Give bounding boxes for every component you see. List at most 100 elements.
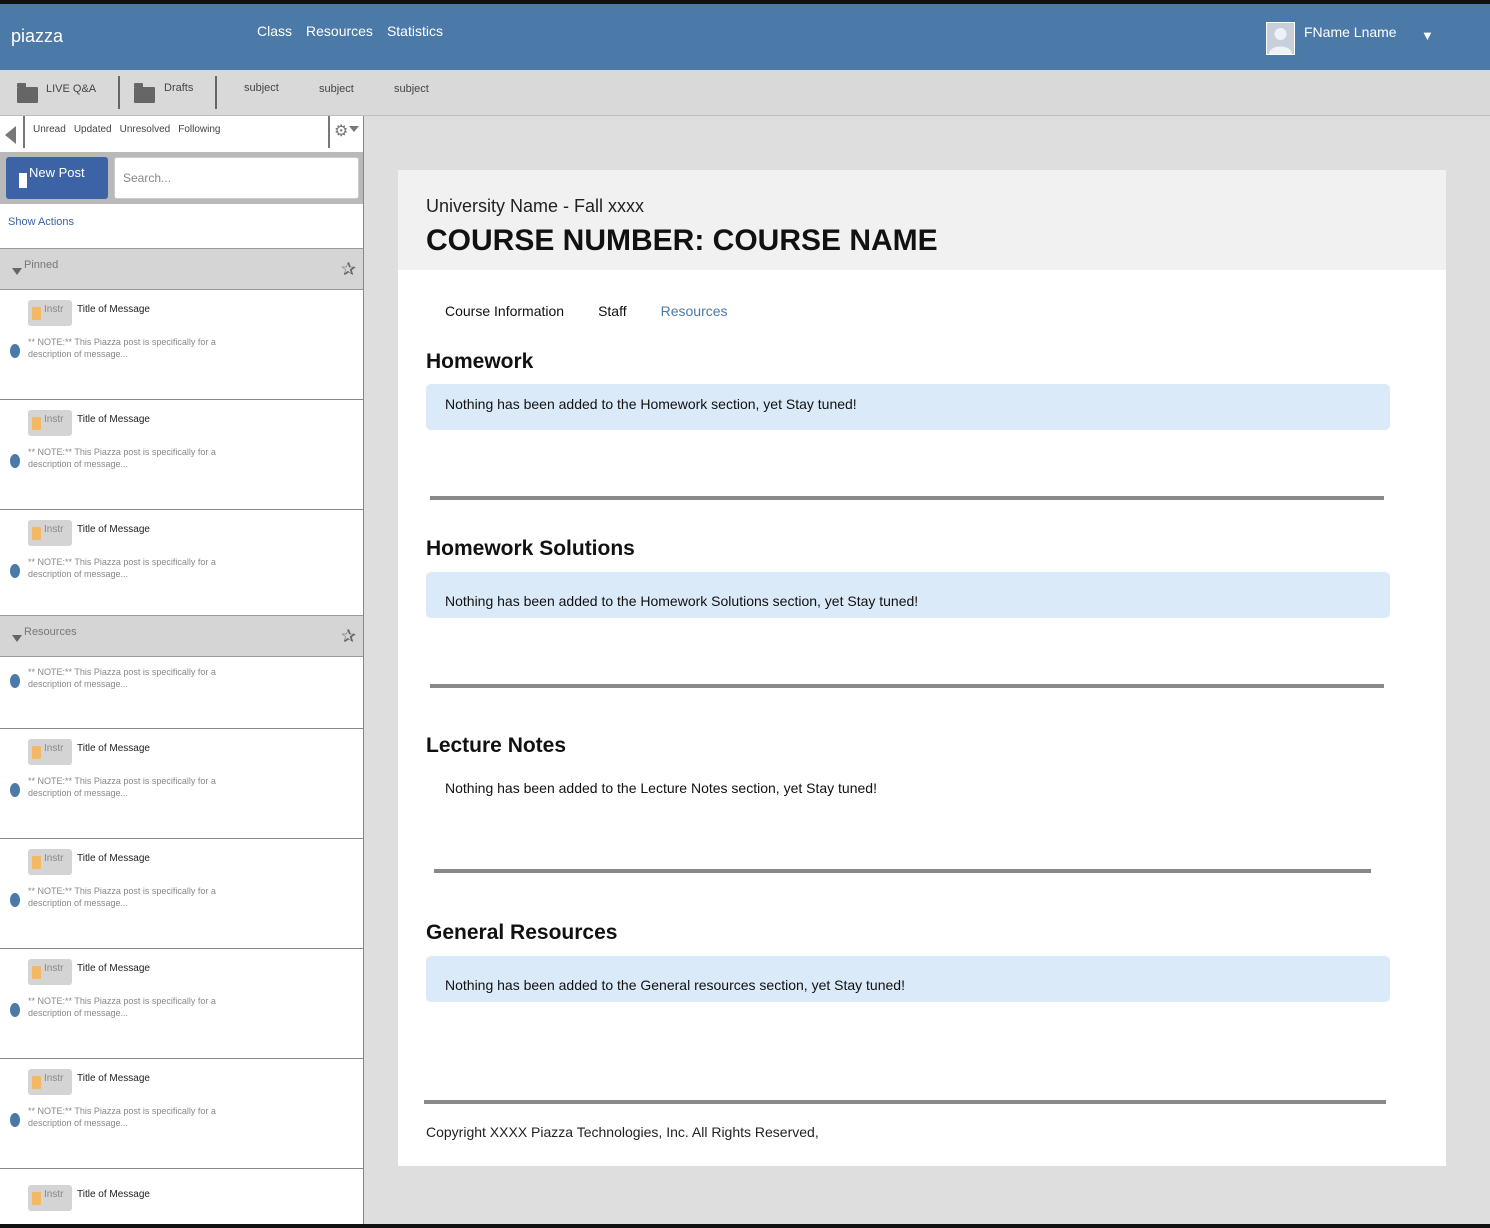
live-qa-tab[interactable]: LIVE Q&A — [46, 83, 96, 95]
user-avatar[interactable] — [1266, 22, 1295, 55]
unread-dot-icon — [10, 783, 20, 797]
divider — [328, 116, 330, 148]
post-item[interactable]: Instr Title of Message ** NOTE:** This P… — [0, 290, 363, 400]
note-icon — [32, 1192, 41, 1205]
badge-label: Instr — [44, 743, 64, 754]
filter-bar: Unread Updated Unresolved Following ⚙ — [0, 116, 363, 153]
note-icon — [32, 966, 41, 979]
post-sidebar: Unread Updated Unresolved Following ⚙ Ne… — [0, 116, 364, 1224]
collapse-triangle-icon[interactable] — [12, 268, 22, 275]
nav-resources[interactable]: Resources — [306, 23, 373, 39]
collapse-triangle-icon[interactable] — [12, 635, 22, 642]
instructor-badge: Instr — [28, 739, 72, 765]
top-bar: piazza Class Resources Statistics FName … — [0, 0, 1490, 70]
drafts-tab[interactable]: Drafts — [164, 82, 193, 94]
group-header-resources[interactable]: Resources ✰ — [0, 615, 363, 657]
notice-text: Nothing has been added to the Homework s… — [445, 396, 857, 412]
search-input[interactable] — [114, 157, 359, 199]
note-icon — [32, 417, 41, 430]
pin-icon[interactable]: ✰ — [341, 626, 356, 647]
tab-resources[interactable]: Resources — [661, 303, 728, 319]
lecture-notes-notice: Nothing has been added to the Lecture No… — [426, 774, 1390, 820]
group-name: Resources — [24, 626, 77, 638]
pin-icon[interactable]: ✰ — [341, 259, 356, 280]
gear-icon[interactable]: ⚙ — [334, 121, 348, 141]
unread-dot-icon — [10, 893, 20, 907]
new-post-button[interactable]: New Post — [6, 157, 108, 199]
chevron-down-icon[interactable] — [349, 126, 359, 132]
general-resources-notice: Nothing has been added to the General re… — [426, 956, 1390, 1002]
post-description: ** NOTE:** This Piazza post is specifica… — [28, 667, 216, 689]
tab-course-information[interactable]: Course Information — [445, 303, 564, 319]
action-bar: New Post — [0, 152, 363, 204]
note-icon — [32, 1076, 41, 1089]
new-post-label: New Post — [29, 165, 85, 180]
notice-text: Nothing has been added to the Lecture No… — [445, 780, 877, 796]
unread-dot-icon — [10, 454, 20, 468]
post-title: Title of Message — [77, 414, 150, 425]
collapse-sidebar-icon[interactable] — [5, 126, 16, 144]
note-icon — [32, 856, 41, 869]
post-title: Title of Message — [77, 1189, 150, 1200]
homework-notice: Nothing has been added to the Homework s… — [426, 384, 1390, 430]
course-header: University Name - Fall xxxx COURSE NUMBE… — [398, 170, 1446, 270]
top-nav: Class Resources Statistics — [257, 23, 443, 39]
post-item[interactable]: Instr Title of Message ** NOTE:** This P… — [0, 729, 363, 839]
group-header-pinned[interactable]: Pinned ✰ — [0, 248, 363, 290]
instructor-badge: Instr — [28, 1185, 72, 1211]
window-bottom-border — [0, 1224, 1490, 1228]
filter-following[interactable]: Following — [178, 124, 220, 135]
university-name: University Name - Fall xxxx — [426, 196, 645, 216]
post-description: ** NOTE:** This Piazza post is specifica… — [28, 886, 216, 908]
instructor-badge: Instr — [28, 520, 72, 546]
post-description: ** NOTE:** This Piazza post is specifica… — [28, 1106, 216, 1128]
nav-statistics[interactable]: Statistics — [387, 23, 443, 39]
post-item[interactable]: Instr Title of Message ** NOTE:** This P… — [0, 510, 363, 616]
section-title-lecture-notes: Lecture Notes — [426, 734, 567, 757]
notice-text: Nothing has been added to the Homework S… — [445, 593, 919, 609]
section-divider — [430, 684, 1384, 688]
nav-class[interactable]: Class — [257, 23, 292, 39]
filter-updated[interactable]: Updated — [74, 124, 112, 135]
post-item[interactable]: Instr Title of Message ** NOTE:** This P… — [0, 1059, 363, 1169]
course-resources-panel: University Name - Fall xxxx COURSE NUMBE… — [398, 170, 1446, 1166]
show-actions-link[interactable]: Show Actions — [8, 216, 74, 228]
post-item[interactable]: Instr Title of Message ** NOTE:** This P… — [0, 839, 363, 949]
subject-tab[interactable]: subject — [394, 83, 429, 95]
piazza-logo[interactable]: piazza — [11, 26, 63, 47]
post-item[interactable]: Instr Title of Message ** NOTE:** This P… — [0, 949, 363, 1059]
badge-label: Instr — [44, 1073, 64, 1084]
filter-unread[interactable]: Unread — [33, 124, 66, 135]
unread-dot-icon — [10, 1003, 20, 1017]
badge-label: Instr — [44, 304, 64, 315]
post-item[interactable]: Instr Title of Message — [0, 1169, 363, 1224]
drafts-folder-icon — [134, 83, 155, 103]
post-title: Title of Message — [77, 743, 150, 754]
note-icon — [32, 527, 41, 540]
badge-label: Instr — [44, 1189, 64, 1200]
section-title-general-resources: General Resources — [426, 921, 618, 944]
tab-staff[interactable]: Staff — [598, 303, 627, 319]
post-item[interactable]: ** NOTE:** This Piazza post is specifica… — [0, 657, 363, 729]
user-name[interactable]: FName Lname — [1304, 24, 1397, 40]
subject-tab[interactable]: subject — [319, 83, 354, 95]
live-qa-folder-icon — [17, 83, 38, 103]
post-title: Title of Message — [77, 304, 150, 315]
post-title: Title of Message — [77, 1073, 150, 1084]
user-menu-caret-icon[interactable]: ▼ — [1421, 28, 1434, 43]
filter-unresolved[interactable]: Unresolved — [120, 124, 171, 135]
filter-list: Unread Updated Unresolved Following — [33, 124, 220, 135]
note-icon — [32, 746, 41, 759]
instructor-badge: Instr — [28, 849, 72, 875]
badge-label: Instr — [44, 414, 64, 425]
post-title: Title of Message — [77, 524, 150, 535]
badge-label: Instr — [44, 853, 64, 864]
post-item[interactable]: Instr Title of Message ** NOTE:** This P… — [0, 400, 363, 510]
course-tabs: Course Information Staff Resources — [445, 303, 728, 319]
subject-tab[interactable]: subject — [244, 82, 279, 94]
unread-dot-icon — [10, 564, 20, 578]
footer-divider — [424, 1100, 1386, 1104]
post-description: ** NOTE:** This Piazza post is specifica… — [28, 557, 216, 579]
instructor-badge: Instr — [28, 300, 72, 326]
section-divider — [430, 496, 1384, 500]
